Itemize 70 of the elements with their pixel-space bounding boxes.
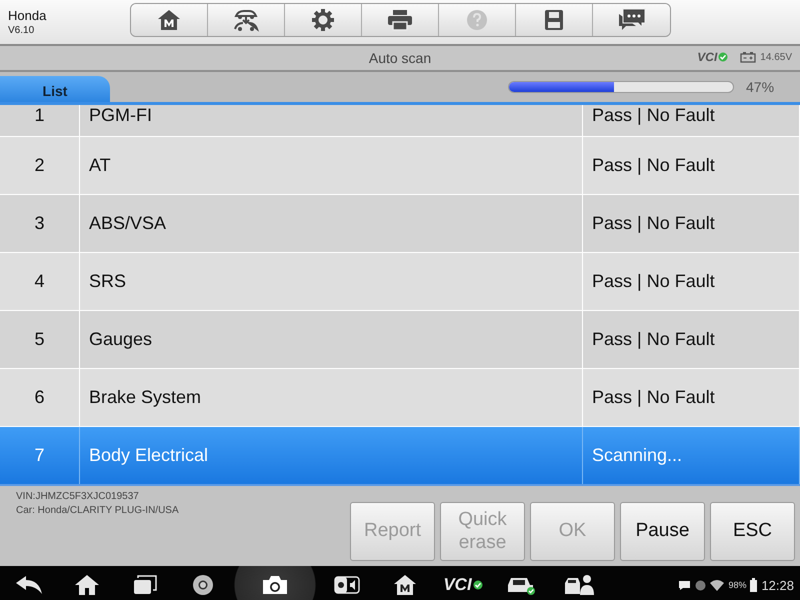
action-button[interactable]: Pause — [620, 502, 705, 561]
chat-icon — [678, 580, 692, 590]
car-technician-icon[interactable] — [563, 574, 595, 596]
camera-icon[interactable] — [262, 575, 288, 595]
screen-title: Auto scan — [368, 50, 432, 66]
row-number: 6 — [0, 369, 80, 426]
battery-icon — [740, 52, 756, 62]
scan-status: Pass | No Fault — [583, 105, 800, 136]
app-name: Honda — [8, 8, 48, 23]
check-icon — [472, 580, 483, 590]
check-icon — [718, 52, 728, 62]
scan-status: Pass | No Fault — [583, 311, 800, 368]
toolbar-button[interactable] — [131, 4, 208, 36]
toolbar-button[interactable] — [362, 4, 439, 36]
scan-status: Pass | No Fault — [583, 195, 800, 252]
toolbar-button[interactable] — [285, 4, 362, 36]
progress-percent: 47% — [746, 79, 774, 95]
vci-status: VCI — [697, 50, 728, 64]
vci-button[interactable]: VCI — [443, 575, 483, 595]
clock: 12:28 — [761, 578, 794, 592]
home-icon[interactable] — [74, 574, 100, 596]
row-number: 2 — [0, 137, 80, 194]
action-button[interactable]: ESC — [710, 502, 795, 561]
nav-button[interactable] — [232, 566, 318, 600]
row-number: 5 — [0, 311, 80, 368]
row-number: 1 — [0, 105, 80, 136]
app-version: V6.10 — [8, 25, 36, 36]
toolbar-button[interactable] — [593, 4, 670, 36]
recent-apps-icon[interactable] — [133, 575, 157, 595]
list-tab[interactable]: List — [0, 76, 110, 102]
system-row[interactable]: 6 Brake System Pass | No Fault — [0, 369, 800, 427]
system-name: Brake System — [80, 369, 583, 426]
chat-icon — [618, 8, 646, 32]
browser-icon[interactable] — [192, 574, 214, 596]
settings-icon — [311, 8, 335, 32]
m-home-icon — [157, 9, 181, 31]
system-name: SRS — [80, 253, 583, 310]
system-name: PGM-FI — [80, 105, 583, 136]
help-icon — [466, 9, 488, 31]
vin-text: VIN:JHMZC5F3XJC019537 — [16, 491, 140, 502]
system-row[interactable]: 7 Body Electrical Scanning... — [0, 427, 800, 484]
scan-status: Pass | No Fault — [583, 137, 800, 194]
brightness-volume-icon[interactable] — [334, 576, 360, 594]
car-text: Car: Honda/CLARITY PLUG-IN/USA — [16, 505, 180, 516]
scan-status: Pass | No Fault — [583, 369, 800, 426]
car-icon[interactable] — [506, 575, 536, 595]
voltage-reading: 14.65V — [760, 52, 792, 62]
bluetooth-icon — [695, 580, 706, 590]
system-row[interactable]: 4 SRS Pass | No Fault — [0, 253, 800, 311]
nav-button[interactable]: VCI — [434, 566, 492, 600]
system-row[interactable]: 2 AT Pass | No Fault — [0, 137, 800, 195]
battery-percent: 98% — [728, 580, 746, 590]
scan-status: Pass | No Fault — [583, 253, 800, 310]
toolbar-button[interactable] — [516, 4, 593, 36]
system-row[interactable]: 3 ABS/VSA Pass | No Fault — [0, 195, 800, 253]
system-name: ABS/VSA — [80, 195, 583, 252]
row-number: 4 — [0, 253, 80, 310]
system-name: AT — [80, 137, 583, 194]
back-icon[interactable] — [15, 575, 43, 595]
wifi-icon — [710, 580, 724, 590]
printer-icon — [387, 9, 413, 31]
system-name: Gauges — [80, 311, 583, 368]
save-icon — [544, 9, 564, 31]
car-swap-icon — [232, 8, 260, 32]
toolbar-button[interactable] — [208, 4, 285, 36]
system-row[interactable]: 1 PGM-FI Pass | No Fault — [0, 105, 800, 137]
m-home-icon[interactable] — [393, 574, 417, 596]
row-number: 3 — [0, 195, 80, 252]
battery-icon — [750, 578, 758, 592]
system-row[interactable]: 5 Gauges Pass | No Fault — [0, 311, 800, 369]
